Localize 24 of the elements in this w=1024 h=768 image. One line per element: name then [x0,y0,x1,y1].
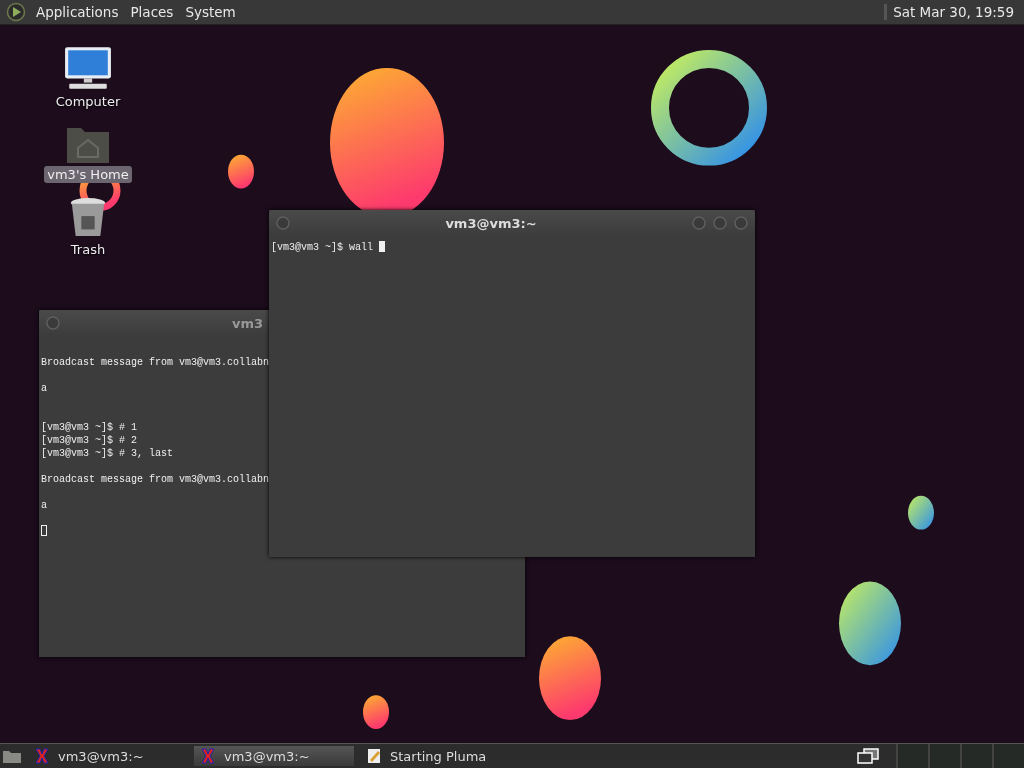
window-title: vm3 [231,315,265,331]
menu-logo-icon[interactable] [6,2,26,22]
clock[interactable]: Sat Mar 30, 19:59 [884,4,1018,20]
notepad-icon [366,748,382,764]
taskbar-button[interactable]: Starting Pluma [360,746,520,766]
desktop-icon-label[interactable]: Trash [67,241,109,258]
show-desktop-icon[interactable] [2,748,22,764]
taskbar-button[interactable]: vm3@vm3:~ [28,746,188,766]
text-cursor [41,525,47,536]
menu-item[interactable]: Places [128,4,176,20]
text-cursor [379,241,386,252]
window-list-icon[interactable] [856,748,880,764]
x-terminal-icon [200,748,216,764]
terminal-output: [vm3@vm3 ~]$ wall [271,236,753,254]
menu-item[interactable]: Applications [34,4,121,20]
menu-item[interactable]: System [183,4,238,20]
x-terminal-icon [34,748,50,764]
desktop-icon-label[interactable]: vm3's Home [44,166,132,183]
workspace-switcher[interactable] [896,744,1024,768]
taskbar-button[interactable]: vm3@vm3:~ [194,746,354,766]
trash-icon[interactable] [69,197,107,239]
desktop-icon-label[interactable]: Computer [52,93,124,110]
computer-icon[interactable] [63,45,113,91]
window-title: vm3@vm3:~ [444,215,538,231]
